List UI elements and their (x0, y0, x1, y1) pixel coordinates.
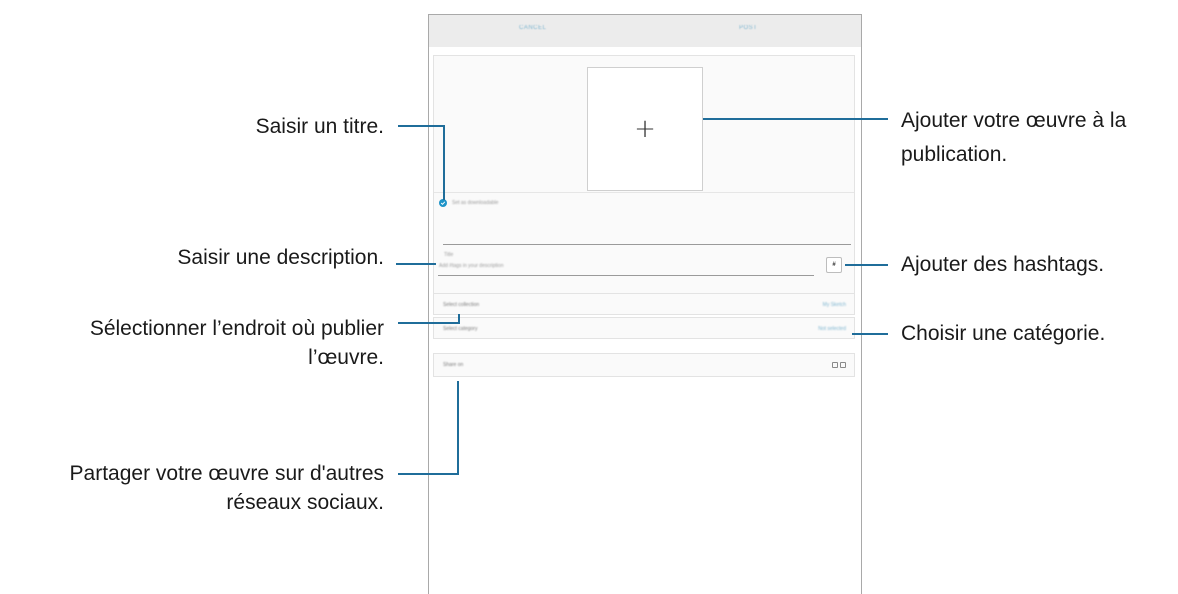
category-value: Not selected (818, 326, 846, 332)
callout-share-line1: Partager votre œuvre sur d'autres (69, 462, 384, 485)
callout-add-work-line1: Ajouter votre œuvre à la (901, 109, 1127, 132)
title-input-underline (443, 244, 851, 245)
share-on-label: Share on (443, 362, 464, 368)
compose-card: + Set as downloadable Title (433, 55, 855, 295)
leader-line-add-work (703, 118, 888, 120)
leader-line-share (398, 473, 459, 475)
share-on-row: Share on (433, 353, 855, 377)
description-input-underline (438, 275, 814, 276)
select-collection-row[interactable]: Select collection My Sketch (433, 293, 855, 315)
plus-icon: + (634, 114, 656, 144)
leader-line-share-rise (457, 381, 459, 475)
callout-title: Saisir un titre. (255, 115, 384, 138)
device-screen: CANCEL POST + Set as downloadable Title … (428, 14, 862, 594)
callout-location-line2: l’œuvre. (308, 346, 384, 369)
callout-share-line2: réseaux sociaux. (226, 491, 384, 514)
collection-value: My Sketch (822, 302, 846, 308)
check-icon (440, 201, 446, 206)
callout-location-line1: Sélectionner l’endroit où publier (89, 317, 384, 340)
callout-add-work-line2: publication. (901, 143, 1008, 166)
leader-line-title (398, 125, 445, 127)
callout-category: Choisir une catégorie. (901, 322, 1106, 345)
leader-line-title-drop (443, 125, 445, 200)
social-icons (832, 362, 846, 368)
callout-hashtags: Ajouter des hashtags. (901, 253, 1105, 276)
add-artwork-button[interactable]: + (587, 67, 703, 191)
app-bar: CANCEL POST (429, 15, 861, 47)
downloadable-label: Set as downloadable (452, 200, 499, 206)
hashtag-button[interactable]: # (826, 257, 842, 273)
post-button[interactable]: POST (739, 25, 757, 31)
twitter-icon[interactable] (840, 362, 846, 368)
leader-line-description (396, 263, 436, 265)
facebook-icon[interactable] (832, 362, 838, 368)
cancel-button[interactable]: CANCEL (519, 25, 546, 31)
leader-line-hashtags (845, 264, 888, 266)
leader-line-category (852, 333, 888, 335)
checkbox-downloadable[interactable] (439, 199, 447, 207)
description-input[interactable]: Add #tags in your description (439, 263, 503, 269)
select-category-row[interactable]: Select category Not selected (433, 317, 855, 339)
leader-line-location-rise (458, 314, 460, 324)
leader-line-location (398, 322, 458, 324)
category-label: Select category (443, 326, 478, 332)
divider (434, 192, 854, 193)
title-input[interactable]: Title (444, 252, 453, 258)
callout-description: Saisir une description. (177, 246, 384, 269)
collection-label: Select collection (443, 302, 480, 308)
